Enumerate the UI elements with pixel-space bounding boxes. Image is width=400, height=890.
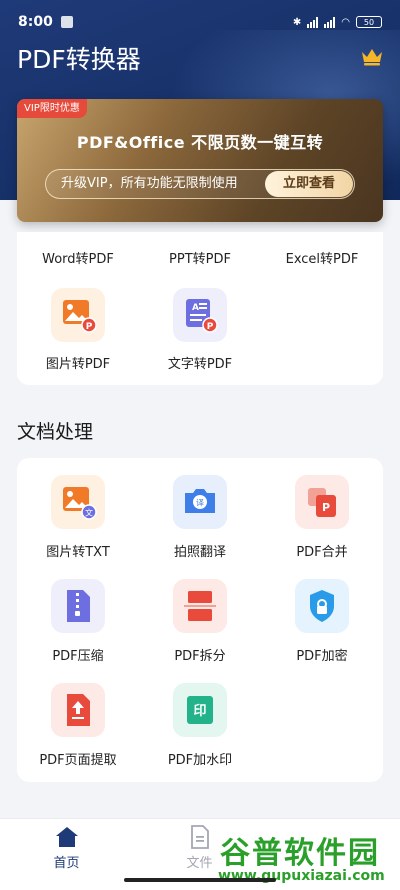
banner-pill-text: 升级VIP，所有功能无限制使用 bbox=[61, 176, 238, 191]
tool-text-to-pdf[interactable]: A P 文字转PDF bbox=[139, 288, 261, 378]
svg-text:印: 印 bbox=[193, 704, 206, 719]
home-icon bbox=[56, 827, 78, 847]
tool-label: PDF加水印 bbox=[167, 753, 233, 768]
svg-text:译: 译 bbox=[196, 499, 204, 508]
tool-excel-to-pdf[interactable]: Excel转PDF bbox=[261, 232, 383, 272]
battery-icon: 50 bbox=[356, 16, 382, 28]
tool-label: PDF压缩 bbox=[52, 649, 104, 664]
file-icon bbox=[191, 825, 209, 849]
tool-pdf-encrypt[interactable]: PDF加密 bbox=[261, 579, 383, 669]
tool-ppt-to-pdf[interactable]: PPT转PDF bbox=[139, 232, 261, 272]
svg-text:A: A bbox=[192, 303, 199, 313]
pdf-compress-icon bbox=[51, 579, 105, 633]
tool-image-to-txt[interactable]: 文 图片转TXT bbox=[17, 475, 139, 565]
tool-label: Word转PDF bbox=[42, 252, 114, 267]
tool-image-to-pdf[interactable]: P 图片转PDF bbox=[17, 288, 139, 378]
crown-icon[interactable] bbox=[360, 46, 384, 66]
signal-icon bbox=[307, 16, 319, 28]
tool-pdf-watermark[interactable]: 印 PDF加水印 bbox=[139, 683, 261, 773]
status-time: 8:00 bbox=[18, 14, 53, 30]
tool-label: 图片转TXT bbox=[46, 545, 110, 560]
tool-label: PDF页面提取 bbox=[39, 753, 117, 768]
image-to-txt-icon: 文 bbox=[51, 475, 105, 529]
tool-photo-translate[interactable]: 译 拍照翻译 bbox=[139, 475, 261, 565]
watermark-text: 谷普软件园 bbox=[220, 836, 380, 871]
pdf-watermark-icon: 印 bbox=[173, 683, 227, 737]
tool-label: 拍照翻译 bbox=[173, 545, 226, 560]
tool-label: PDF拆分 bbox=[174, 649, 226, 664]
banner-pill: 升级VIP，所有功能无限制使用 立即查看 bbox=[45, 169, 355, 199]
svg-text:P: P bbox=[322, 501, 330, 514]
bluetooth-icon: ✱ bbox=[292, 16, 302, 28]
tool-label: PDF合并 bbox=[296, 545, 348, 560]
home-indicator bbox=[124, 878, 276, 882]
svg-text:P: P bbox=[207, 322, 214, 332]
section-title: 文档处理 bbox=[17, 421, 94, 443]
tool-label: Excel转PDF bbox=[285, 252, 359, 267]
tool-pdf-extract[interactable]: PDF页面提取 bbox=[17, 683, 139, 773]
pdf-encrypt-icon bbox=[295, 579, 349, 633]
tool-pdf-merge[interactable]: P PDF合并 bbox=[261, 475, 383, 565]
vip-badge: VIP限时优惠 bbox=[17, 99, 87, 118]
pdf-merge-icon: P bbox=[295, 475, 349, 529]
status-indicators: ✱ ◠ 50 bbox=[293, 16, 382, 28]
tab-label: 首页 bbox=[53, 856, 80, 871]
tool-pdf-split[interactable]: PDF拆分 bbox=[139, 579, 261, 669]
tool-pdf-compress[interactable]: PDF压缩 bbox=[17, 579, 139, 669]
svg-text:P: P bbox=[86, 322, 93, 332]
tab-home[interactable]: 首页 bbox=[0, 819, 133, 879]
svg-text:文: 文 bbox=[85, 508, 93, 518]
doc-tools-card: 文 图片转TXT 译 拍照翻译 P PDF合并 PDF压缩 PDF拆分 PDF加… bbox=[17, 458, 383, 782]
pdf-split-icon bbox=[173, 579, 227, 633]
tool-label: 图片转PDF bbox=[45, 357, 111, 372]
pdf-extract-icon bbox=[51, 683, 105, 737]
tool-label: PPT转PDF bbox=[169, 252, 231, 267]
convert-tools-card: Word转PDF PPT转PDF Excel转PDF P 图片转PDF A P … bbox=[17, 232, 383, 385]
tool-word-to-pdf[interactable]: Word转PDF bbox=[17, 232, 139, 272]
notification-app-icon bbox=[60, 16, 73, 28]
banner-title: PDF&Office 不限页数一键互转 bbox=[76, 133, 324, 152]
photo-translate-icon: 译 bbox=[173, 475, 227, 529]
view-now-button[interactable]: 立即查看 bbox=[265, 171, 353, 197]
tool-label: PDF加密 bbox=[296, 649, 348, 664]
tool-label: 文字转PDF bbox=[167, 357, 233, 372]
status-bar: 8:00 ✱ ◠ 50 bbox=[0, 0, 400, 44]
text-to-pdf-icon: A P bbox=[173, 288, 227, 342]
vip-banner[interactable]: VIP限时优惠 PDF&Office 不限页数一键互转 升级VIP，所有功能无限… bbox=[17, 99, 383, 222]
app-title: PDF转换器 bbox=[17, 45, 141, 74]
image-to-pdf-icon: P bbox=[51, 288, 105, 342]
wifi-icon: ◠ bbox=[341, 16, 350, 28]
signal-icon-2 bbox=[324, 16, 336, 28]
